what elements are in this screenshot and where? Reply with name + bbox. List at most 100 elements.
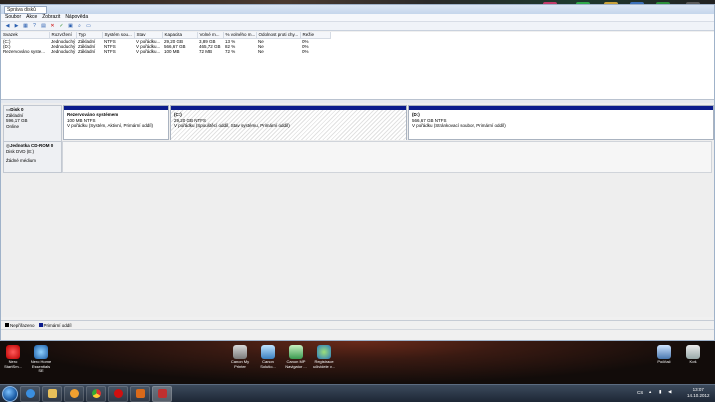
menu-action[interactable]: Akce: [26, 14, 37, 21]
canon-solution-icon: [261, 345, 275, 359]
clock-date: 14.10.2012: [687, 392, 710, 398]
nero-home-icon: [34, 345, 48, 359]
primary-swatch: [38, 323, 43, 328]
desktop-icon-recycle-bin[interactable]: Koš: [681, 345, 705, 365]
app-icon: [135, 389, 145, 398]
tray-arrow-icon[interactable]: ▴: [649, 389, 651, 395]
volume-icon[interactable]: ◀: [668, 389, 671, 395]
partition-reserved[interactable]: Rezervováno systémem 100 MB NTFS V pořád…: [63, 105, 169, 140]
legend-label: Nepřiřazeno: [10, 322, 35, 328]
folder-icon: [47, 389, 57, 398]
desktop-icon-label: Nero StartSm...: [4, 359, 22, 369]
desktop-icon-label: Nero Home Essentials SE: [30, 359, 52, 373]
computer-icon: [657, 345, 671, 359]
cdrom-name: Jednotka CD-ROM 0: [9, 143, 54, 148]
cell: 72 MB: [199, 49, 213, 55]
cell: 0%: [302, 49, 309, 55]
language-indicator[interactable]: CS: [637, 390, 643, 395]
media-player-icon: [69, 389, 79, 398]
cell: Jednoduchý: [51, 43, 76, 49]
recycle-bin-icon: [686, 345, 700, 359]
taskbar-disk-management[interactable]: [152, 385, 172, 402]
cell: Jednoduchý: [51, 49, 76, 55]
taskbar-opera[interactable]: [108, 385, 128, 402]
legend-label: Primární oddíl: [43, 322, 72, 328]
network-icon[interactable]: ▮: [659, 389, 661, 395]
desktop-icon-canon-solution[interactable]: Canon Solutio...: [256, 345, 280, 369]
disk-0-label[interactable]: ▭Disk 0 Základní 596,17 GB Online: [3, 105, 62, 142]
volume-list: Svazek Rozvržení Typ Systém sou... Stav …: [1, 32, 714, 100]
desktop-icon-canon-printer[interactable]: Canon My Printer: [228, 345, 252, 369]
cell: Jednoduchý: [51, 38, 76, 44]
desktop-icon-label: Canon My Printer: [230, 359, 250, 369]
desktop-icon-computer[interactable]: Počítač: [652, 345, 676, 365]
desktop-icon-nero[interactable]: Nero StartSm...: [1, 345, 25, 369]
check-icon[interactable]: ✓: [58, 23, 65, 29]
taskbar-ie[interactable]: [20, 385, 40, 402]
cdrom-status: Žádné médium: [6, 158, 37, 163]
desktop-icon-label: Canon MP Navigator ...: [285, 359, 307, 369]
help-icon[interactable]: ?: [31, 23, 38, 29]
menu-view[interactable]: Zobrazit: [42, 14, 60, 21]
cell: Základní: [78, 49, 96, 55]
disk-0-name: Disk 0: [10, 107, 24, 112]
cell: 465,72 GB: [199, 43, 221, 49]
start-button[interactable]: [2, 385, 18, 402]
col-free[interactable]: Volné m...: [197, 32, 224, 39]
col-free-percent[interactable]: % volného m...: [223, 32, 257, 39]
col-fault-tolerance[interactable]: Odolnost proti chy...: [256, 32, 301, 39]
desktop-icon-registration[interactable]: Registrace učividele v...: [312, 345, 336, 369]
canon-printer-icon: [233, 345, 247, 359]
volume-table: Svazek Rozvržení Typ Systém sou... Stav …: [1, 32, 331, 55]
desktop-icon-label: Koš: [689, 359, 697, 364]
registration-icon: [317, 345, 331, 359]
taskbar-explorer[interactable]: [42, 385, 62, 402]
legend: Nepřiřazeno Primární oddíl: [1, 320, 714, 329]
cell: Rezervováno syste...: [3, 49, 46, 55]
disk-0-row: ▭Disk 0 Základní 596,17 GB Online Rezerv…: [3, 105, 714, 142]
opera-icon: [113, 389, 123, 398]
title-bar[interactable]: Správa disků: [1, 5, 714, 14]
cell: Ne: [258, 49, 264, 55]
partition-status: V pořádku (Stránkovací soubor, Primární …: [412, 123, 506, 128]
ie-icon: [25, 389, 35, 398]
col-filesystem[interactable]: Systém sou...: [102, 32, 135, 39]
window-title: Správa disků: [4, 5, 47, 14]
cell: NTFS: [104, 49, 116, 55]
partition-d[interactable]: (D:) 566,67 GB NTFS V pořádku (Stránkova…: [408, 105, 714, 140]
properties-icon[interactable]: ▤: [40, 23, 47, 29]
search-icon[interactable]: ⌕: [76, 23, 83, 29]
back-icon[interactable]: ◀: [4, 23, 11, 29]
menu-help[interactable]: Nápověda: [65, 14, 88, 21]
partition-c[interactable]: (C:) 29,20 GB NTFS V pořádku (Spouštěcí …: [170, 105, 407, 140]
cell: 100 MB: [164, 49, 180, 55]
cdrom-label[interactable]: ◎Jednotka CD-ROM 0 Disk DVD (E:) Žádné m…: [3, 141, 62, 173]
desktop-icon-label: Počítač: [657, 359, 671, 364]
disk-graphical-view: ▭Disk 0 Základní 596,17 GB Online Rezerv…: [1, 103, 714, 317]
canon-navigator-icon: [289, 345, 303, 359]
cdrom-type: Disk DVD (E:): [6, 148, 34, 154]
disk-icon[interactable]: ▭: [85, 23, 92, 29]
desktop-icon-nero-home[interactable]: Nero Home Essentials SE: [29, 345, 53, 374]
delete-icon[interactable]: ✕: [49, 23, 56, 29]
list-view-icon[interactable]: ▦: [22, 23, 29, 29]
forward-icon[interactable]: ▶: [13, 23, 20, 29]
taskbar-media[interactable]: [64, 385, 84, 402]
desktop-icon-label: Registrace učividele v...: [313, 359, 335, 369]
cell: 72 %: [225, 49, 236, 55]
legend-primary: Primární oddíl: [38, 322, 72, 328]
menu-bar: Soubor Akce Zobrazit Nápověda: [1, 14, 714, 22]
nero-icon: [6, 345, 20, 359]
taskbar-app[interactable]: [130, 385, 150, 402]
chrome-icon: [91, 389, 101, 398]
taskbar: [0, 384, 715, 402]
desktop-icon-canon-navigator[interactable]: Canon MP Navigator ...: [284, 345, 308, 369]
taskbar-chrome[interactable]: [86, 385, 106, 402]
menu-file[interactable]: Soubor: [5, 14, 21, 21]
open-icon[interactable]: ▣: [67, 23, 74, 29]
cell: V pořádku...: [136, 43, 161, 49]
disk-0-status: Online: [6, 123, 20, 129]
table-row[interactable]: Rezervováno syste... Jednoduchý Základní…: [1, 49, 330, 55]
partition-status: V pořádku (Spouštěcí oddíl, Stav systému…: [174, 123, 290, 128]
clock[interactable]: 13:07 14.10.2012: [687, 387, 710, 398]
